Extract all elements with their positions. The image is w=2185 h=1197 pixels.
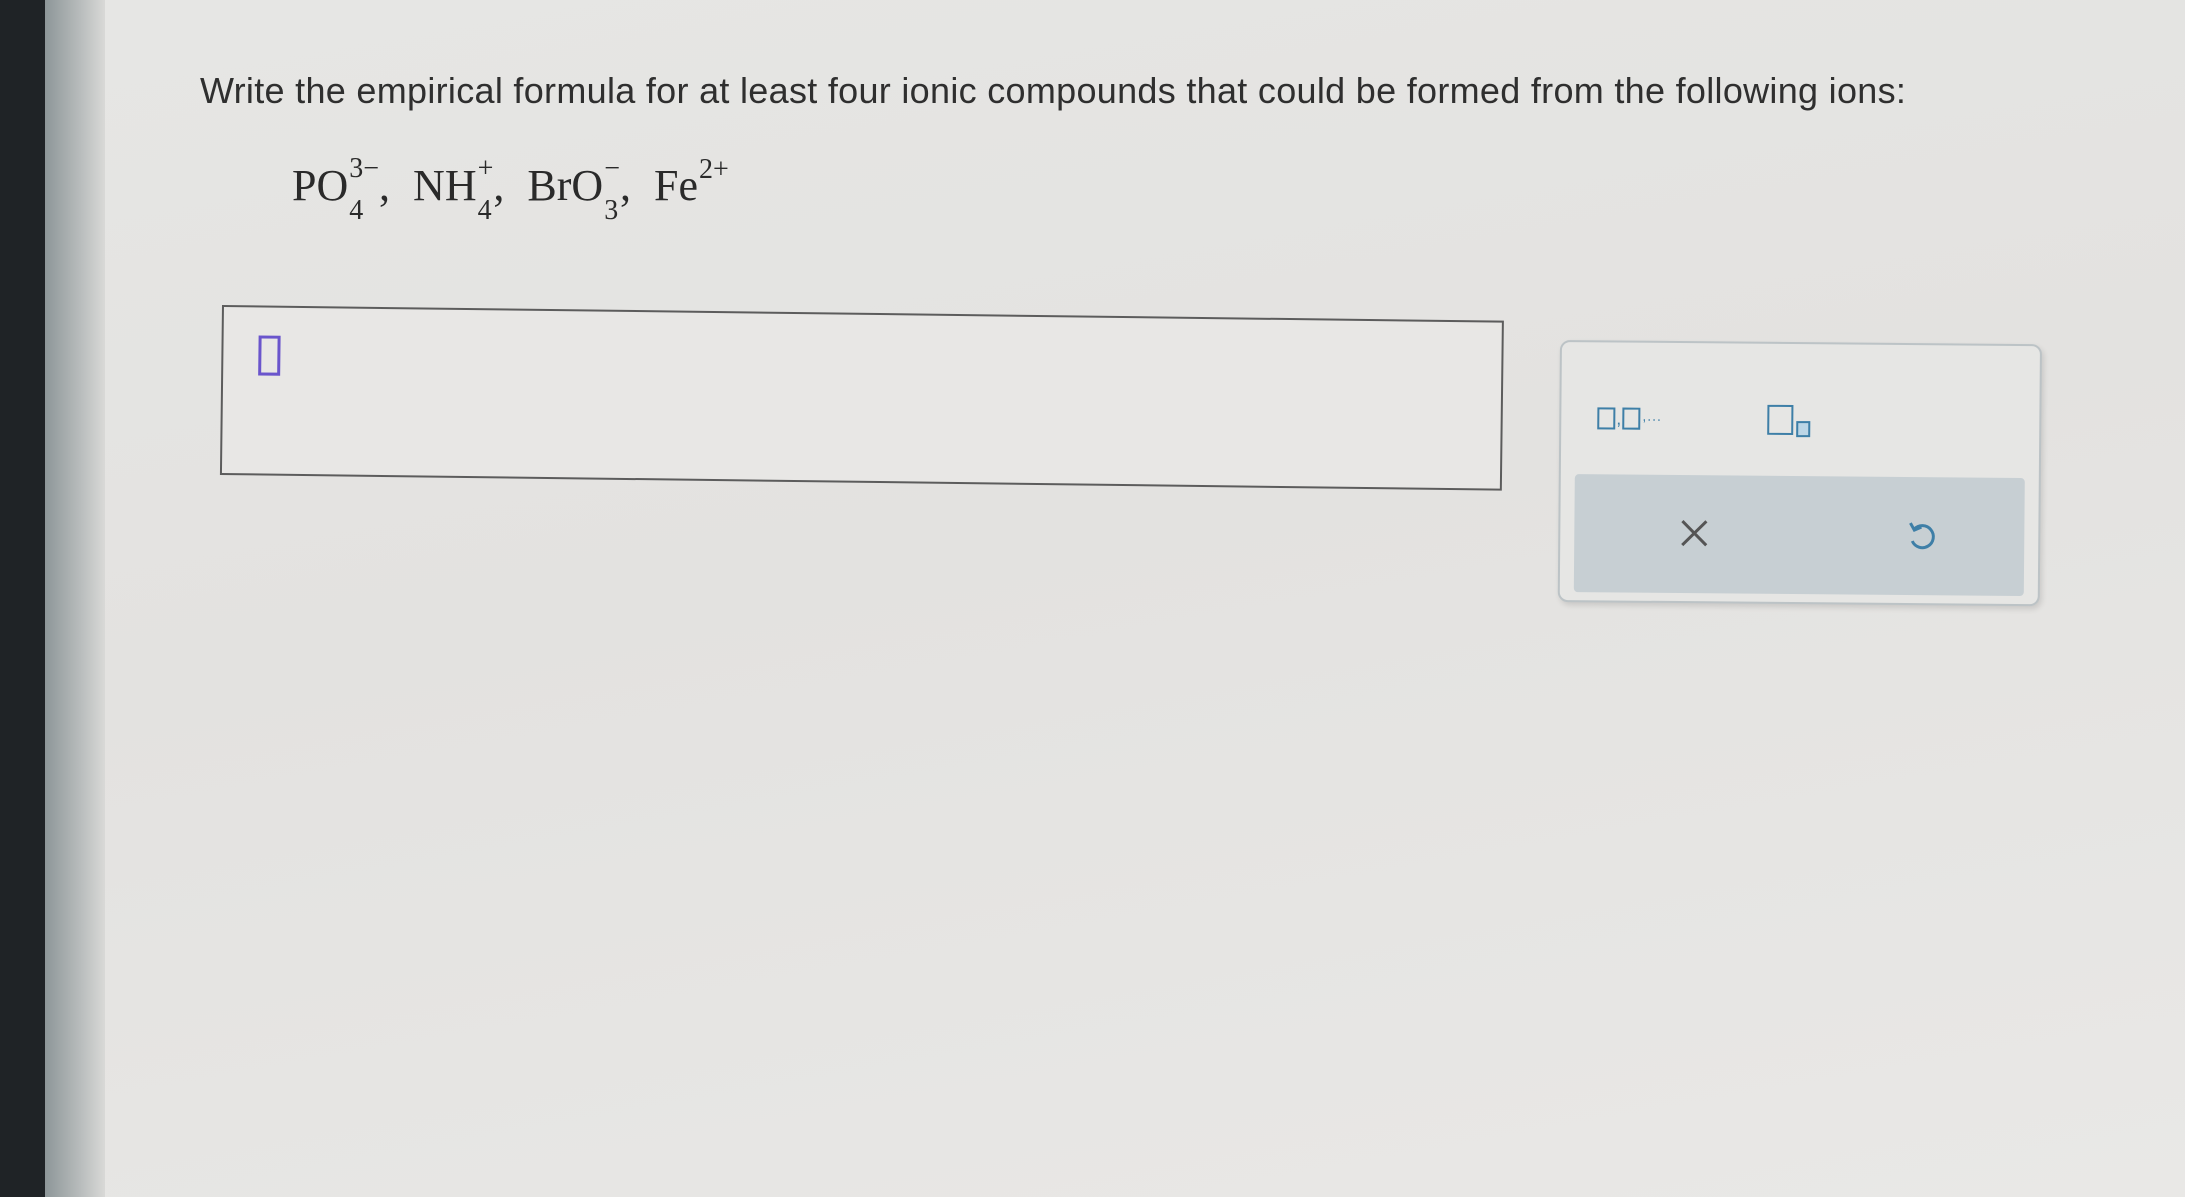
ion-ammonium: NH +4, bbox=[413, 153, 505, 226]
action-bar bbox=[1573, 474, 2025, 597]
screen-edge bbox=[45, 0, 105, 1197]
screen-bezel bbox=[0, 0, 45, 1197]
undo-button[interactable] bbox=[1892, 505, 1953, 566]
ion-iron: Fe2+ bbox=[653, 154, 729, 211]
superscript-button[interactable] bbox=[1767, 392, 1811, 448]
ion-phosphate: PO 3− 4, bbox=[292, 153, 391, 226]
clear-button[interactable] bbox=[1664, 503, 1725, 564]
answer-input[interactable] bbox=[219, 305, 1504, 491]
close-icon bbox=[1681, 520, 1708, 547]
ion-bromate: BrO −3, bbox=[527, 153, 631, 226]
superscript-box-icon bbox=[1767, 404, 1811, 438]
input-cursor-placeholder bbox=[258, 335, 281, 376]
undo-icon bbox=[1909, 522, 1935, 550]
question-text: Write the empirical formula for at least… bbox=[200, 70, 1907, 111]
ion-list: PO 3− 4, NH +4, BrO −3, Fe2+ bbox=[292, 153, 729, 226]
comma-list-button[interactable]: ,,... bbox=[1597, 390, 1662, 447]
math-toolbar: ,,... bbox=[1557, 340, 2042, 607]
comma-separated-list-icon: ,,... bbox=[1597, 407, 1662, 430]
